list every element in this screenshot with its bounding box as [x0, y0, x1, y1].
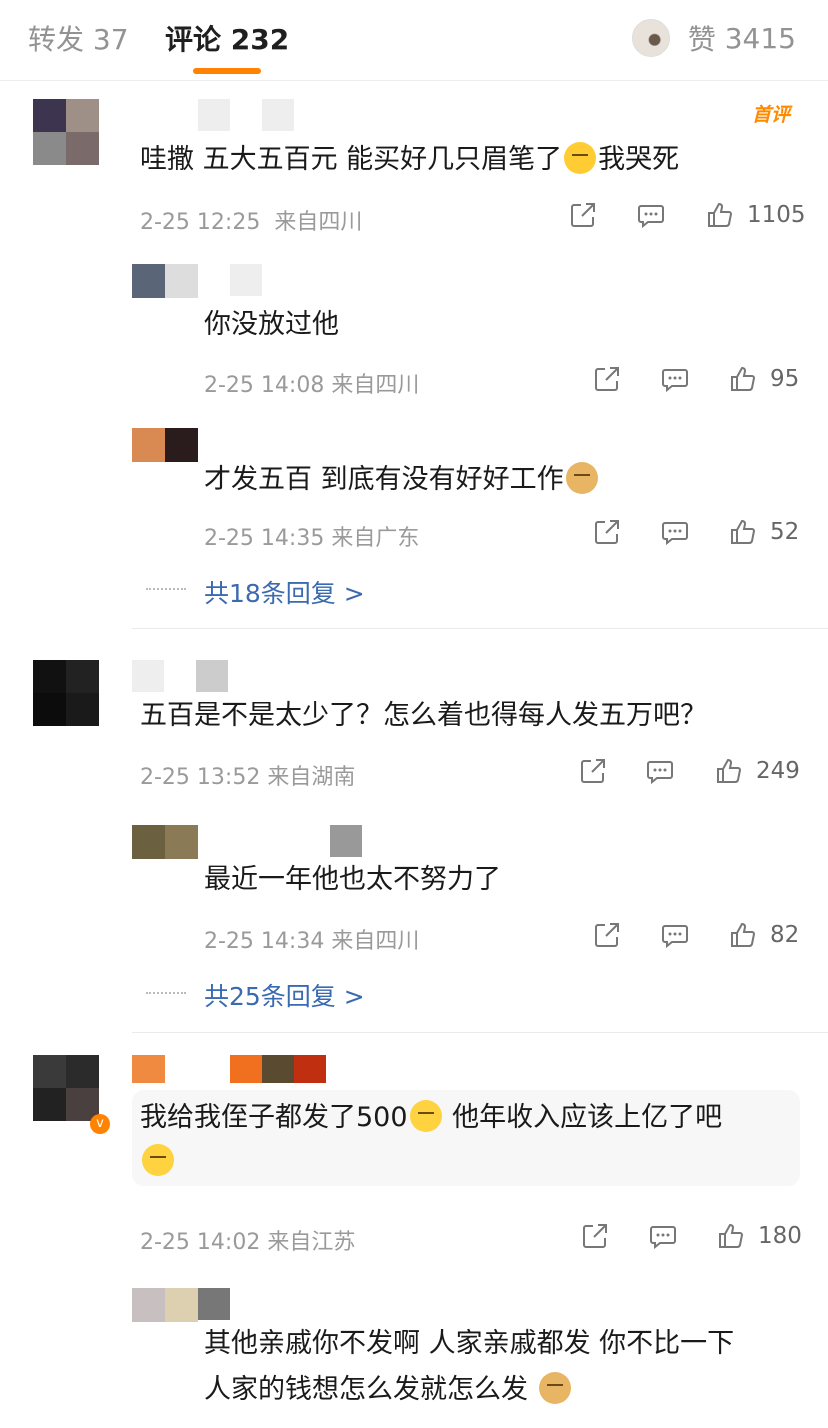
- comment-text-line2: [140, 1144, 176, 1179]
- tab-repost-label: 转发: [28, 23, 85, 56]
- reply-text: 才发五百 到底有没有好好工作: [204, 462, 600, 497]
- thumbs-up-icon: [717, 758, 742, 783]
- speechless-face-icon: [409, 1100, 442, 1132]
- share-icon: [595, 367, 619, 391]
- avatar[interactable]: [33, 660, 99, 726]
- divider: [132, 628, 828, 629]
- reply-avatar[interactable]: [132, 428, 198, 462]
- first-comment-badge: 首评: [751, 104, 790, 126]
- like-button[interactable]: 82: [728, 920, 799, 950]
- like-button[interactable]: 1105: [705, 200, 806, 230]
- reply-text: 你没放过他: [204, 309, 339, 340]
- reply-text: 最近一年他也太不努力了: [204, 864, 501, 895]
- share-icon: [595, 520, 619, 544]
- comment-button[interactable]: [645, 756, 675, 786]
- active-tab-indicator: [193, 68, 261, 74]
- like-button[interactable]: 180: [716, 1221, 802, 1251]
- comment-icon: [662, 522, 688, 546]
- reply-text: 其他亲戚你不发啊 人家亲戚都发 你不比一下: [204, 1328, 735, 1359]
- reply-username-blurred[interactable]: [330, 825, 394, 857]
- comment-text: 哇撒 五大五百元 能买好几只眉笔了 我哭死: [140, 142, 680, 175]
- share-icon: [581, 759, 605, 783]
- more-replies-link[interactable]: 共18条回复 >: [204, 574, 365, 610]
- more-replies-link[interactable]: 共25条回复 >: [204, 977, 365, 1013]
- comment-icon: [638, 205, 664, 229]
- reply-avatar[interactable]: [132, 825, 198, 859]
- comment-location: 来自四川: [274, 210, 363, 235]
- doge-icon: [565, 462, 598, 494]
- comment-button[interactable]: [660, 920, 690, 950]
- tab-comment[interactable]: 评论 232: [165, 18, 289, 58]
- reply-meta: 2-25 14:35 来自广东: [204, 526, 420, 551]
- tab-repost[interactable]: 转发 37: [28, 18, 129, 58]
- username-blurred[interactable]: [132, 660, 260, 692]
- verified-badge-icon: v: [90, 1114, 110, 1134]
- share-button[interactable]: [592, 517, 622, 547]
- share-icon: [571, 203, 595, 227]
- sweat-face-icon: [142, 1144, 174, 1176]
- reply-text-line2: 人家的钱想怎么发就怎么发: [204, 1372, 573, 1407]
- comment-button[interactable]: [660, 364, 690, 394]
- username-blurred[interactable]: [132, 1055, 198, 1083]
- comment-icon: [662, 369, 688, 393]
- comment-button[interactable]: [660, 517, 690, 547]
- share-icon: [595, 923, 619, 947]
- thumbs-up-icon: [731, 922, 756, 947]
- share-icon: [583, 1224, 607, 1248]
- reply-avatar[interactable]: [132, 264, 198, 298]
- tab-bar: 转发 37 评论 232 赞 3415: [0, 0, 828, 81]
- thumbs-up-icon: [719, 1223, 744, 1248]
- comment-icon: [662, 925, 688, 949]
- username-blurred[interactable]: [198, 99, 326, 131]
- share-button[interactable]: [580, 1221, 610, 1251]
- avatar[interactable]: [33, 99, 99, 165]
- doge-icon: [538, 1372, 571, 1404]
- comment-icon: [650, 1226, 676, 1250]
- share-button[interactable]: [592, 920, 622, 950]
- tab-comment-label: 评论: [165, 23, 222, 56]
- comment-text: 五百是不是太少了？怎么着也得每人发五万吧？: [140, 700, 707, 731]
- reply-avatar[interactable]: [132, 1288, 198, 1322]
- comment-button[interactable]: [636, 200, 666, 230]
- tab-like-count: 3415: [724, 21, 796, 55]
- share-button[interactable]: [568, 200, 598, 230]
- like-button[interactable]: 249: [714, 756, 800, 786]
- share-button[interactable]: [578, 756, 608, 786]
- tab-repost-count: 37: [92, 23, 129, 56]
- liker-avatar: [631, 19, 670, 57]
- comment-meta: 2-25 12:25 来自四川: [140, 204, 362, 236]
- username-decor: [230, 1055, 326, 1083]
- crying-face-icon: [564, 142, 597, 174]
- comment-text: 我给我侄子都发了500 他年收入应该上亿了吧: [140, 1100, 723, 1133]
- tab-like-label: 赞: [687, 23, 716, 56]
- comment-time: 2-25 12:25: [140, 210, 261, 235]
- tab-like[interactable]: 赞 3415: [631, 18, 796, 58]
- comment-meta: 2-25 14:02 来自江苏: [140, 1230, 356, 1255]
- like-button[interactable]: 52: [728, 517, 799, 547]
- like-count: 1105: [747, 202, 806, 228]
- share-button[interactable]: [592, 364, 622, 394]
- reply-username-blurred[interactable]: [230, 264, 294, 296]
- reply-meta: 2-25 14:34 来自四川: [204, 929, 420, 954]
- thumbs-up-icon: [731, 519, 756, 544]
- reply-meta: 2-25 14:08 来自四川: [204, 373, 420, 398]
- comment-icon: [647, 761, 673, 785]
- comment-meta: 2-25 13:52 来自湖南: [140, 765, 356, 790]
- tab-comment-count: 232: [230, 23, 290, 56]
- thumbs-up-icon: [731, 366, 756, 391]
- comment-button[interactable]: [648, 1221, 678, 1251]
- reply-username-blurred[interactable]: [198, 1288, 262, 1320]
- replies-dots: [146, 992, 186, 994]
- thumbs-up-icon: [708, 202, 733, 227]
- replies-dots: [146, 588, 186, 590]
- like-button[interactable]: 95: [728, 364, 799, 394]
- divider: [132, 1032, 828, 1033]
- avatar[interactable]: [33, 1055, 99, 1121]
